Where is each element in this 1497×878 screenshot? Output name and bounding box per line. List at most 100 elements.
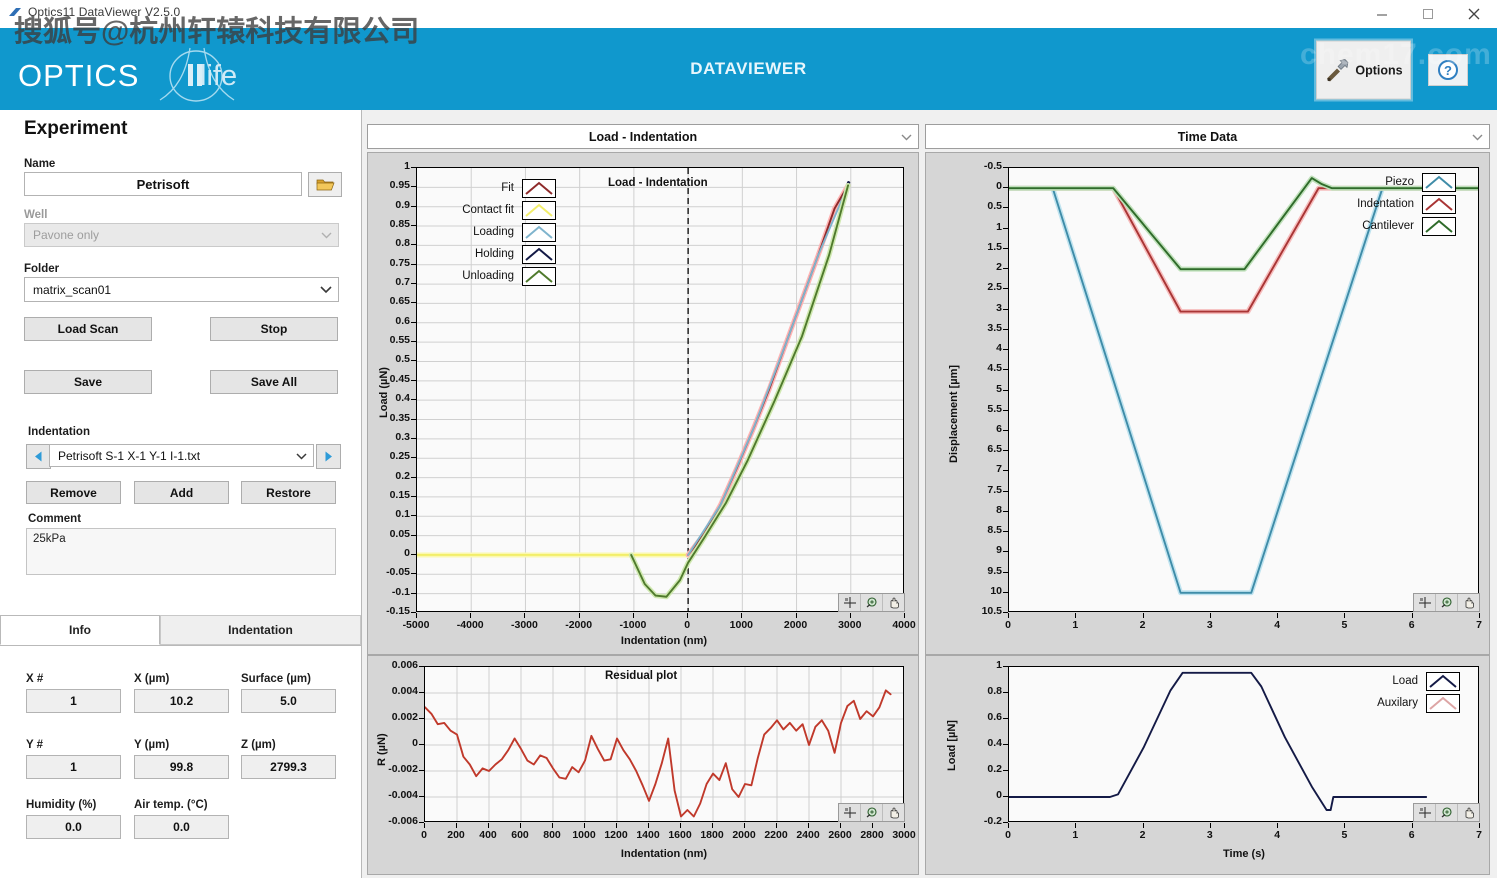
browse-folder-button[interactable]	[308, 172, 342, 197]
residual-curve	[425, 667, 903, 821]
crosshair-cursor-icon[interactable]	[1414, 594, 1436, 611]
legend-label: Fit	[501, 182, 514, 194]
axis-tick-mark	[470, 613, 472, 618]
options-button[interactable]: Options	[1316, 40, 1411, 100]
pan-hand-icon[interactable]	[1458, 594, 1479, 611]
axis-tick-label: 0	[404, 546, 410, 559]
axis-tick-mark	[419, 770, 424, 771]
well-select[interactable]: Pavone only	[24, 223, 339, 247]
axis-tick-label: 6	[996, 422, 1002, 435]
zoom-magnifier-icon[interactable]	[861, 804, 883, 821]
close-button[interactable]	[1451, 0, 1497, 28]
axis-tick-mark	[1008, 613, 1009, 618]
axis-tick-label: -0.05	[386, 566, 410, 579]
save-button[interactable]: Save	[24, 370, 152, 394]
time-data-load-legend: Load Auxilary	[1356, 670, 1460, 714]
previous-file-button[interactable]	[26, 444, 51, 469]
legend-swatch[interactable]	[522, 266, 556, 286]
legend-swatch[interactable]	[1422, 216, 1456, 236]
folder-select[interactable]: matrix_scan01	[24, 277, 339, 302]
axis-tick-mark	[1003, 187, 1008, 189]
axis-tick-mark	[1003, 796, 1008, 797]
time-data-plot-toolbar[interactable]	[1413, 593, 1480, 612]
legend-swatch[interactable]	[522, 200, 556, 220]
load-scan-button[interactable]: Load Scan	[24, 317, 152, 341]
stop-button[interactable]: Stop	[210, 317, 338, 341]
tab-indentation[interactable]: Indentation	[160, 615, 361, 645]
maximize-button[interactable]	[1405, 0, 1451, 28]
options-label: Options	[1355, 63, 1403, 77]
load-indentation-pane-title: Load - Indentation	[588, 129, 698, 144]
info-value-x-um: 10.2	[134, 689, 229, 713]
legend-item: Contact fit	[432, 199, 556, 221]
legend-swatch[interactable]	[1422, 194, 1456, 214]
info-value-y-um: 99.8	[134, 755, 229, 779]
load-indentation-pane-header[interactable]: Load - Indentation	[367, 124, 919, 149]
legend-swatch[interactable]	[522, 244, 556, 264]
axis-tick-mark	[520, 823, 521, 828]
axis-tick-mark	[419, 666, 424, 667]
legend-swatch[interactable]	[522, 222, 556, 242]
save-all-button[interactable]: Save All	[210, 370, 338, 394]
residual-plot-area[interactable]	[424, 666, 904, 822]
info-value-surface: 5.0	[241, 689, 336, 713]
minimize-button[interactable]	[1359, 0, 1405, 28]
comment-textarea[interactable]: 25kPa	[26, 528, 336, 575]
crosshair-cursor-icon[interactable]	[839, 804, 861, 821]
residual-plot-container: Residual plot R (µN) Indentation (nm) 0.…	[367, 655, 919, 875]
zoom-magnifier-icon[interactable]	[1436, 594, 1458, 611]
time-data-pane-header[interactable]: Time Data	[925, 124, 1490, 149]
residual-plot-toolbar[interactable]	[838, 803, 905, 822]
pan-hand-icon[interactable]	[1458, 804, 1479, 821]
legend-swatch[interactable]	[1422, 172, 1456, 192]
legend-item: Unloading	[432, 265, 556, 287]
remove-button[interactable]: Remove	[26, 481, 121, 504]
axis-tick-mark	[411, 437, 416, 439]
pan-hand-icon[interactable]	[883, 804, 904, 821]
legend-swatch[interactable]	[522, 178, 556, 198]
add-button[interactable]: Add	[134, 481, 229, 504]
info-label-z-um: Z (µm)	[241, 739, 276, 751]
axis-tick-label: 1	[996, 659, 1002, 671]
time-data-load-plot-toolbar[interactable]	[1413, 803, 1480, 822]
axis-tick-label: 1.5	[987, 240, 1002, 253]
zoom-magnifier-icon[interactable]	[861, 594, 883, 611]
axis-tick-label: 6	[1408, 619, 1415, 631]
legend-label: Holding	[475, 248, 514, 260]
help-button[interactable]: ?	[1428, 54, 1468, 86]
axis-tick-label: 6.5	[987, 443, 1002, 456]
name-input[interactable]: Petrisoft	[24, 172, 302, 196]
axis-tick-label: 2000	[783, 619, 808, 631]
axis-tick-mark	[411, 205, 416, 207]
axis-tick-mark	[1003, 490, 1008, 492]
next-file-button[interactable]	[316, 444, 341, 469]
crosshair-cursor-icon[interactable]	[1414, 804, 1436, 821]
info-value-y-number: 1	[26, 755, 121, 779]
legend-swatch[interactable]	[1426, 693, 1460, 713]
info-label-y-um: Y (µm)	[134, 739, 170, 751]
axis-tick-label: 5	[996, 382, 1002, 395]
legend-swatch[interactable]	[1426, 671, 1460, 691]
experiment-panel: Experiment Name Petrisoft Well Pavone on…	[0, 110, 362, 878]
legend-label: Loading	[473, 226, 514, 238]
axis-tick-mark	[872, 823, 873, 828]
legend-item: Indentation	[1326, 193, 1456, 215]
close-icon	[1468, 8, 1480, 20]
tab-info[interactable]: Info	[0, 615, 160, 645]
axis-tick-mark	[1075, 613, 1077, 618]
restore-button[interactable]: Restore	[241, 481, 336, 504]
time-data-pane-title: Time Data	[1177, 129, 1238, 144]
axis-tick-mark	[1003, 349, 1008, 351]
zoom-magnifier-icon[interactable]	[1436, 804, 1458, 821]
legend-label: Auxilary	[1377, 697, 1418, 709]
crosshair-cursor-icon[interactable]	[839, 594, 861, 611]
load-indentation-plot-toolbar[interactable]	[838, 593, 905, 612]
axis-tick-mark	[424, 823, 425, 828]
axis-tick-mark	[419, 692, 424, 693]
pan-hand-icon[interactable]	[883, 594, 904, 611]
axis-tick-label: 3	[1206, 619, 1213, 631]
axis-tick-mark	[1142, 613, 1144, 618]
axis-tick-mark	[411, 321, 416, 323]
axis-tick-mark	[411, 379, 416, 381]
indentation-file-select[interactable]: Petrisoft S-1 X-1 Y-1 I-1.txt	[49, 444, 314, 467]
